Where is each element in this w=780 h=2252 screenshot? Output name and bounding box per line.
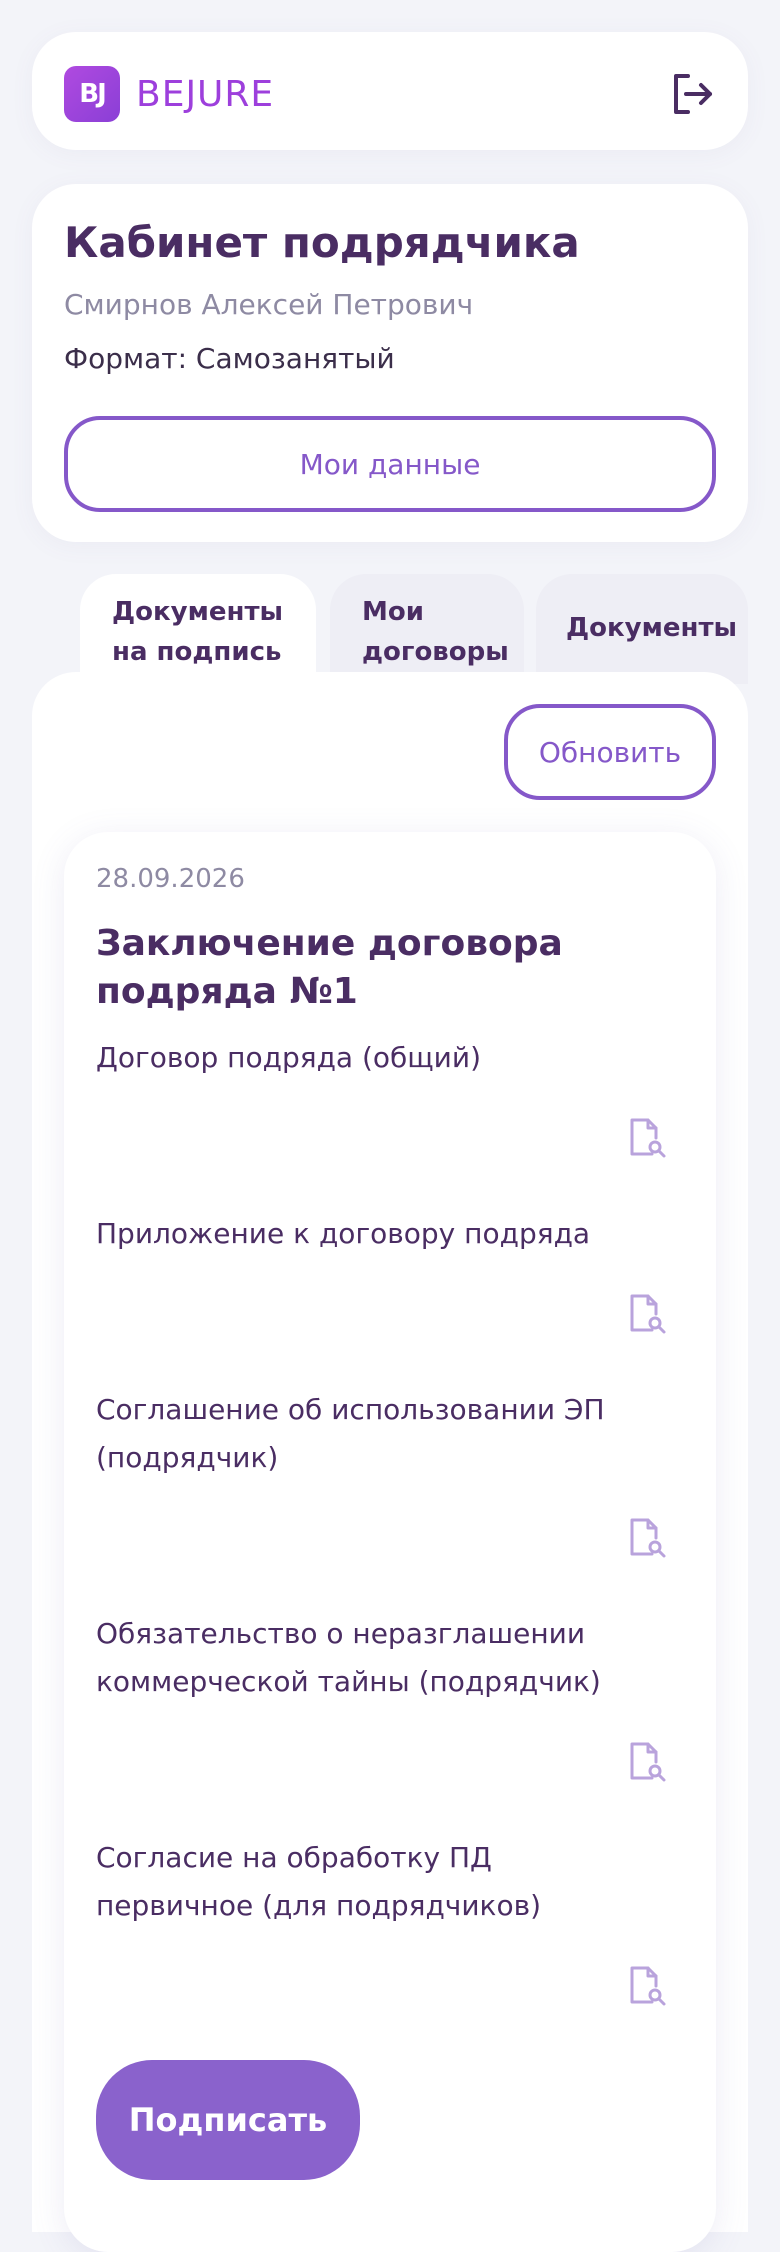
document-search-icon[interactable] xyxy=(624,1116,668,1160)
tab-documents-to-sign[interactable]: Документы на подпись xyxy=(80,574,316,684)
document-search-icon[interactable] xyxy=(624,1964,668,2008)
tab-label-line2: на подпись xyxy=(112,637,282,667)
tab-label-line1: Мои xyxy=(362,597,424,627)
document-package-card: 28.09.2026 Заключение договора подряда №… xyxy=(64,832,716,2252)
document-item-name: Соглашение об использовании ЭП (подрядчи… xyxy=(96,1393,605,1474)
app-header: BJ BEJURE xyxy=(32,32,748,150)
document-title: Заключение договора подряда №1 xyxy=(96,923,563,1012)
my-data-button[interactable]: Мои данные xyxy=(64,416,716,512)
document-item-name: Приложение к договору подряда xyxy=(96,1217,591,1250)
documents-panel: Обновить 28.09.2026 Заключение договора … xyxy=(32,672,748,2252)
refresh-button[interactable]: Обновить xyxy=(504,704,716,800)
tab-label-line1: Документы xyxy=(112,597,284,627)
profile-card: Кабинет подрядчика Смирнов Алексей Петро… xyxy=(32,184,748,542)
tab-label-line2: договоры xyxy=(362,637,509,667)
document-item-name: Договор подряда (общий) xyxy=(96,1041,481,1074)
logout-icon[interactable] xyxy=(668,70,716,118)
document-item-name: Согласие на обработку ПД первичное (для … xyxy=(96,1841,542,1922)
page-title: Кабинет подрядчика xyxy=(64,218,580,267)
document-search-icon[interactable] xyxy=(624,1740,668,1784)
tab-my-contracts[interactable]: Мои договоры xyxy=(330,574,524,684)
document-search-icon[interactable] xyxy=(624,1292,668,1336)
brand-logo[interactable]: BJ BEJURE xyxy=(64,66,274,122)
logo-text: BEJURE xyxy=(136,73,275,115)
document-date: 28.09.2026 xyxy=(96,864,245,894)
tab-documents[interactable]: Документы xyxy=(536,574,748,684)
document-search-icon[interactable] xyxy=(624,1516,668,1560)
logo-mark: BJ xyxy=(64,66,120,122)
user-format: Формат: Самозанятый xyxy=(64,342,395,375)
sign-button[interactable]: Подписать xyxy=(96,2060,360,2180)
document-item-name: Обязательство о неразглашении коммерческ… xyxy=(96,1617,601,1698)
user-name: Смирнов Алексей Петрович xyxy=(64,288,474,321)
tab-label-line1: Документы xyxy=(566,613,738,643)
